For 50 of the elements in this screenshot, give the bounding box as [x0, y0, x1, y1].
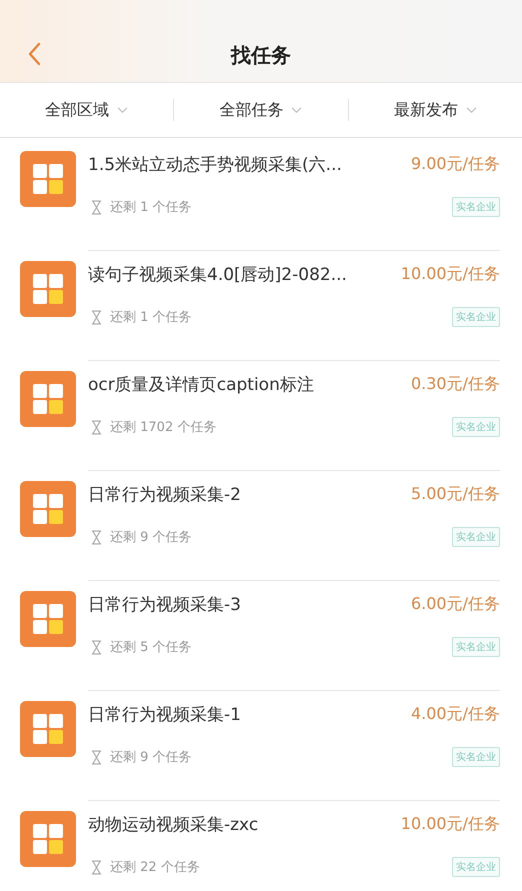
task-title[interactable]: 读句子视频采集4.0[唇动]2-082... [88, 262, 347, 286]
filter-dropdown[interactable]: 全部任务 [174, 100, 348, 120]
grid-app-icon [20, 811, 76, 867]
task-price: 10.00元/任务 [400, 814, 500, 834]
verified-company-tag: 实名企业 [452, 637, 500, 657]
task-title[interactable]: 日常行为视频采集-3 [88, 592, 241, 616]
remaining-count: 还剩 22 个任务 [110, 859, 201, 876]
grid-app-icon [20, 151, 76, 207]
task-price: 4.00元/任务 [410, 704, 500, 724]
task-price: 9.00元/任务 [410, 154, 500, 174]
verified-company-tag: 实名企业 [452, 417, 500, 437]
back-icon[interactable] [27, 42, 41, 66]
filter-dropdown[interactable]: 全部区域 [0, 100, 174, 120]
task-title[interactable]: 1.5米站立动态手势视频采集(六... [88, 152, 342, 176]
task-price: 5.00元/任务 [410, 484, 500, 504]
verified-company-tag: 实名企业 [452, 527, 500, 547]
grid-app-icon [20, 261, 76, 317]
grid-app-icon [20, 481, 76, 537]
grid-app-icon [20, 701, 76, 757]
verified-company-tag: 实名企业 [452, 747, 500, 767]
grid-app-icon [20, 371, 76, 427]
hourglass-icon [91, 420, 102, 434]
hourglass-icon [91, 310, 102, 324]
page-title: 找任务 [231, 42, 291, 68]
hourglass-icon [91, 200, 102, 214]
remaining-count: 还剩 5 个任务 [110, 639, 193, 656]
hourglass-icon [91, 750, 102, 764]
remaining-count: 还剩 1 个任务 [110, 199, 193, 216]
verified-company-tag: 实名企业 [452, 197, 500, 217]
verified-company-tag: 实名企业 [452, 307, 500, 327]
verified-company-tag: 实名企业 [452, 857, 500, 877]
chevron-down-icon [466, 106, 477, 114]
task-title[interactable]: 动物运动视频采集-zxc [88, 812, 258, 836]
filter-dropdown[interactable]: 最新发布 [348, 100, 522, 120]
remaining-count: 还剩 9 个任务 [110, 749, 193, 766]
chevron-down-icon [291, 106, 302, 114]
task-price: 6.00元/任务 [410, 594, 500, 614]
remaining-count: 还剩 1 个任务 [110, 309, 193, 326]
task-title[interactable]: ocr质量及详情页caption标注 [88, 372, 314, 396]
hourglass-icon [91, 530, 102, 544]
task-title[interactable]: 日常行为视频采集-2 [88, 482, 241, 506]
task-price: 0.30元/任务 [410, 374, 500, 394]
remaining-count: 还剩 9 个任务 [110, 529, 193, 546]
hourglass-icon [91, 860, 102, 874]
remaining-count: 还剩 1702 个任务 [110, 419, 218, 436]
grid-app-icon [20, 591, 76, 647]
hourglass-icon [91, 640, 102, 654]
chevron-down-icon [117, 106, 128, 114]
task-title[interactable]: 日常行为视频采集-1 [88, 702, 241, 726]
task-price: 10.00元/任务 [400, 264, 500, 284]
